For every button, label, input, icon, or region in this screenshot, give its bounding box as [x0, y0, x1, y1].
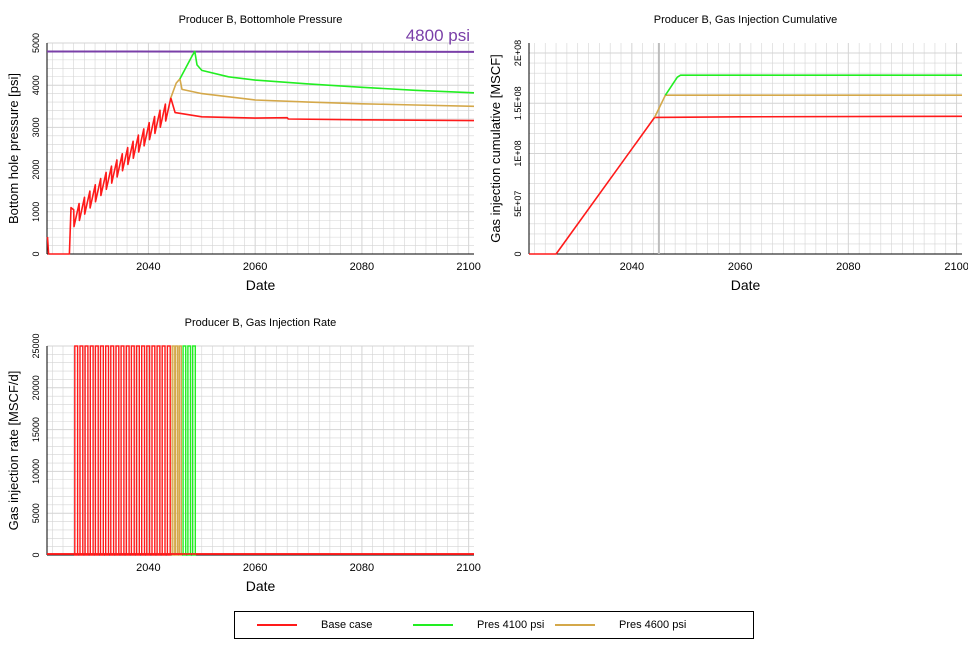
y-tick-label: 20000: [31, 375, 41, 400]
legend-item-base: Base case: [257, 612, 372, 638]
x-tick-label: 2040: [620, 261, 644, 273]
y-tick-label: 5000: [31, 33, 41, 53]
y-axis-label: Gas injection cumulative [MSCF]: [488, 54, 503, 243]
line-cum-p4600: [653, 94, 962, 118]
x-tick-label: 2040: [136, 562, 160, 574]
pulse-rate-base: [110, 345, 115, 556]
y-axis-label: Bottom hole pressure [psi]: [6, 73, 21, 224]
x-tick-label: 2100: [456, 562, 480, 574]
series-cum-p4100: [664, 74, 962, 96]
y-tick-label: 1.5E+08: [513, 86, 523, 120]
pulse-rate-base: [130, 345, 135, 556]
x-tick-label: 2060: [243, 261, 267, 273]
pulse-rate-base: [79, 345, 84, 556]
legend-swatch-base: [257, 624, 297, 626]
legend-swatch-p4600: [555, 624, 595, 626]
pulse-rate-p4100: [182, 345, 187, 556]
legend-item-p4100: Pres 4100 psi: [413, 612, 544, 638]
x-tick-label: 2060: [728, 261, 752, 273]
x-tick-label: 2100: [944, 261, 968, 273]
pulse-rate-base: [156, 345, 161, 556]
pulse-rate-base: [74, 345, 79, 556]
y-axis-label: Gas injection rate [MSCF/d]: [6, 371, 21, 531]
pulse-rate-p4100: [187, 345, 192, 556]
chart-cum: 2040 2060 2080 2100 0 5E+07 1E+08 1.5E+08 2E+08 P…: [488, 14, 968, 293]
chart-title: Producer B, Gas Injection Rate: [185, 317, 337, 329]
pulse-rate-base: [151, 345, 156, 556]
series-cum-base: [529, 115, 963, 255]
x-axis-label: Date: [246, 578, 276, 594]
pulse-rate-base: [166, 345, 171, 556]
chart-title: Producer B, Gas Injection Cumulative: [654, 14, 837, 26]
annotation-4800-psi: 4800 psi: [406, 26, 470, 45]
series-cum-p4600: [653, 94, 962, 118]
pulse-rate-base: [161, 345, 166, 556]
x-axis-label: Date: [731, 277, 761, 293]
y-tick-label: 25000: [31, 333, 41, 358]
x-tick-label: 2080: [350, 261, 374, 273]
y-tick-label: 0: [31, 251, 41, 256]
y-tick-label: 2000: [31, 160, 41, 180]
y-tick-label: 10000: [31, 459, 41, 484]
legend-label-base: Base case: [321, 619, 373, 631]
legend-label-p4100: Pres 4100 psi: [477, 619, 545, 631]
pulse-rate-base: [104, 345, 110, 556]
x-tick-label: 2060: [243, 562, 267, 574]
x-tick-label: 2080: [350, 562, 374, 574]
y-tick-label: 15000: [31, 417, 41, 442]
pulse-rate-base: [125, 345, 130, 556]
pulse-rate-base: [84, 345, 89, 556]
line-bhp-base: [46, 97, 475, 255]
y-tick-label: 3000: [31, 117, 41, 137]
chart-title: Producer B, Bottomhole Pressure: [179, 14, 343, 26]
legend-item-p4600: Pres 4600 psi: [555, 612, 686, 638]
series-rate-base: [47, 345, 474, 556]
pulse-rate-p4600: [171, 345, 175, 556]
x-tick-label: 2080: [836, 261, 860, 273]
y-tick-label: 1000: [31, 202, 41, 222]
pulse-rate-base: [140, 345, 146, 556]
charts-canvas: 2040 2060 2080 2100 0 1000 2000 3000 4000 5000 Pro…: [6, 14, 968, 594]
y-tick-label: 1E+08: [513, 140, 523, 166]
x-tick-label: 2100: [456, 261, 480, 273]
y-tick-label: 5000: [31, 503, 41, 523]
y-tick-label: 0: [31, 552, 41, 557]
pulse-rate-base: [120, 345, 125, 556]
x-axis-label: Date: [246, 277, 276, 293]
y-tick-label: 2E+08: [513, 40, 523, 66]
y-tick-label: 0: [513, 251, 523, 256]
pulse-rate-base: [99, 345, 104, 556]
line-cum-base: [529, 115, 963, 255]
legend-label-p4600: Pres 4600 psi: [619, 619, 687, 631]
series-bhp-base: [46, 97, 475, 255]
legend-swatch-p4100: [413, 624, 453, 626]
pulse-rate-base: [89, 345, 94, 556]
grid-bhp: [47, 42, 474, 255]
chart-bhp: 2040 2060 2080 2100 0 1000 2000 3000 4000 5000 Pro…: [6, 14, 481, 293]
pulse-rate-base: [115, 345, 120, 556]
pulse-rate-p4600: [174, 345, 179, 556]
pulse-rate-p4100: [191, 345, 196, 556]
x-tick-label: 2040: [136, 261, 160, 273]
series-bhp-p4100: [179, 50, 475, 94]
line-bhp-p4100: [179, 50, 475, 94]
line-cum-p4100: [664, 74, 962, 96]
y-tick-label: 4000: [31, 75, 41, 95]
pulse-rate-base: [94, 345, 99, 556]
y-tick-label: 5E+07: [513, 191, 523, 217]
legend: Base case Pres 4100 psi Pres 4600 psi: [234, 611, 754, 639]
chart-rate: 2040 2060 2080 2100 0 5000 10000 15000 20000 2500…: [6, 317, 481, 594]
